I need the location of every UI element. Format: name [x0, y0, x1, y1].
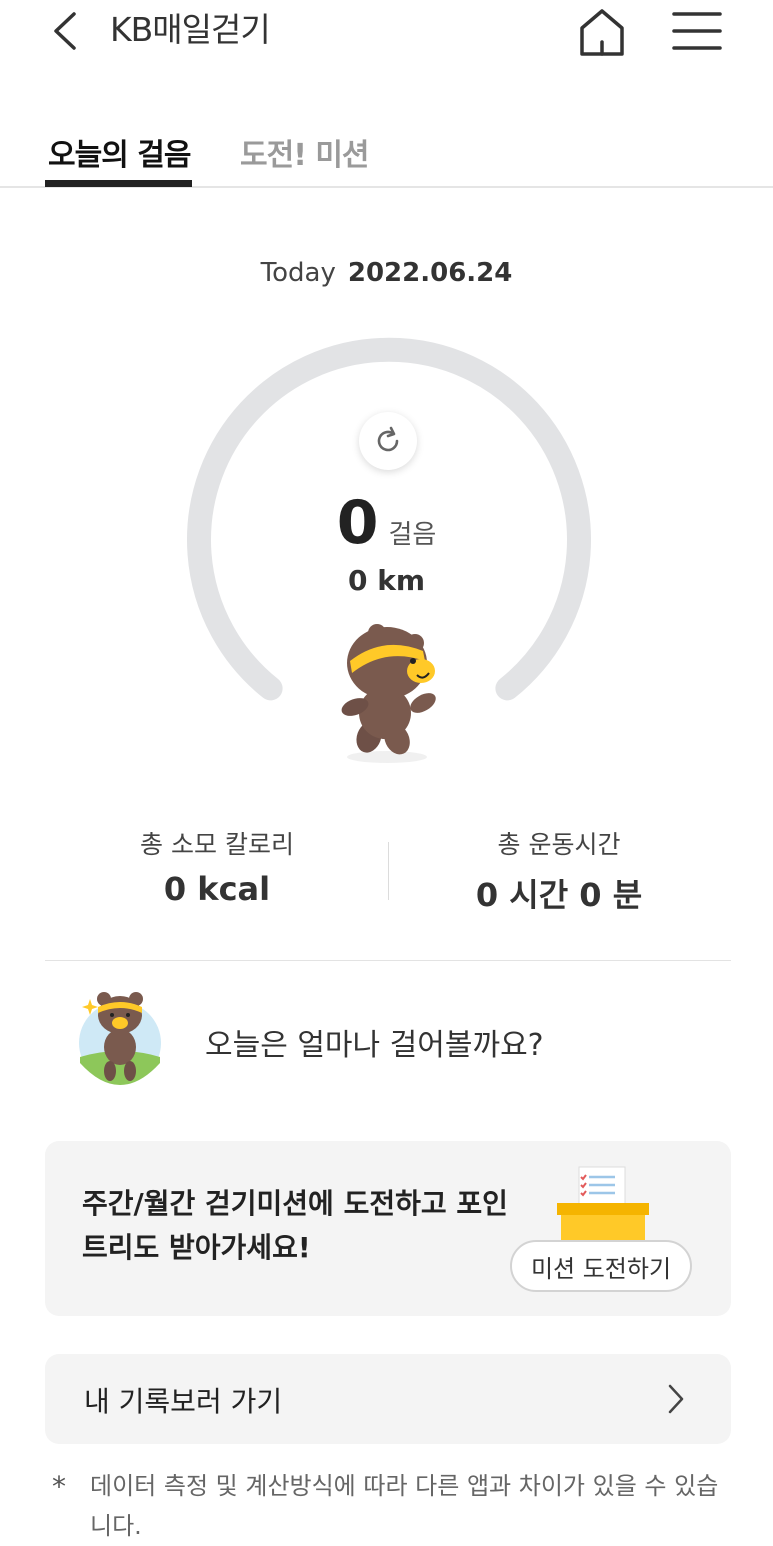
today-label: Today — [260, 258, 336, 288]
tab-today-steps[interactable]: 오늘의 걸음 — [48, 130, 191, 174]
refresh-icon — [377, 426, 399, 452]
step-count: 0 — [336, 488, 379, 558]
date-value: 2022.06.24 — [347, 258, 513, 288]
footnote-marker: * — [52, 1470, 66, 1503]
calories-value: 0 kcal — [163, 870, 271, 908]
step-unit: 걸음 — [388, 520, 437, 550]
tab-bar: 오늘의 걸음 도전! 미션 — [0, 120, 773, 188]
tab-challenge-mission[interactable]: 도전! 미션 — [240, 130, 370, 174]
distance-value: 0 km — [347, 564, 426, 597]
step-count-row: 0 걸음 — [0, 488, 773, 558]
walking-bear-mascot-icon — [341, 624, 436, 763]
section-divider — [45, 960, 731, 961]
greeting-message: 오늘은 얼마나 걸어볼까요? — [205, 1028, 544, 1063]
mission-challenge-button[interactable]: 미션 도전하기 — [510, 1240, 692, 1292]
home-icon[interactable] — [574, 4, 630, 60]
my-record-label: 내 기록보러 가기 — [84, 1385, 283, 1418]
date-row: Today 2022.06.24 — [0, 258, 773, 288]
stats-divider — [388, 842, 389, 900]
active-tab-indicator — [45, 180, 192, 187]
hamburger-menu-icon[interactable] — [670, 8, 724, 54]
exercise-time-label: 총 운동시간 — [497, 830, 621, 859]
ballot-box-icon — [557, 1166, 649, 1245]
footnote-text: 데이터 측정 및 계산방식에 따라 다른 앱과 차이가 있을 수 있습니다. — [90, 1472, 719, 1540]
back-chevron-left-icon[interactable] — [44, 8, 90, 54]
exercise-time-value: 0 시간 0 분 — [475, 876, 643, 914]
refresh-button[interactable] — [359, 412, 417, 470]
mission-promo-text: 주간/월간 걷기미션에 도전하고 포인트리도 받아가세요! — [82, 1187, 508, 1264]
bear-avatar-icon — [79, 992, 161, 1085]
app-title: KB매일걷기 — [110, 10, 271, 49]
calories-label: 총 소모 칼로리 — [140, 830, 294, 859]
chevron-right-icon — [668, 1384, 684, 1414]
